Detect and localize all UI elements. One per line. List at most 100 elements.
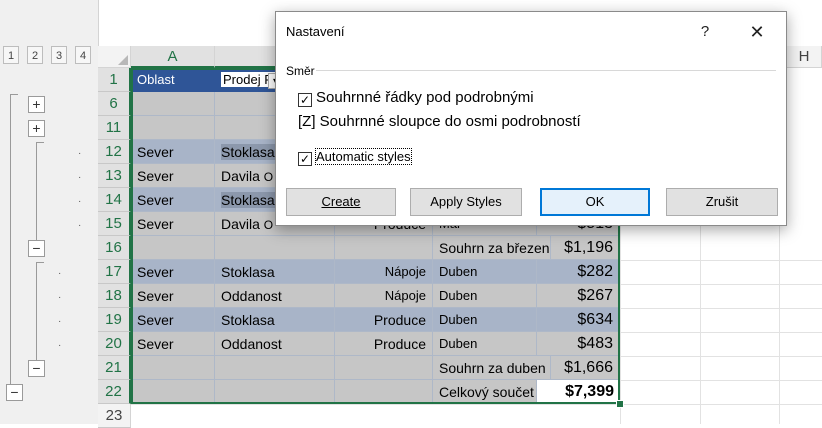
dialog-title: Nastavení (286, 24, 345, 39)
cell[interactable]: Sever (131, 284, 215, 308)
cell[interactable] (215, 380, 335, 404)
cell[interactable]: Oddanost (215, 284, 335, 308)
expand-group-button[interactable]: + (28, 120, 45, 137)
outline-bracket (10, 94, 18, 95)
row-header[interactable]: 21 (98, 356, 131, 380)
outline-bracket (36, 142, 44, 143)
cell[interactable] (131, 236, 215, 260)
cell[interactable] (131, 116, 215, 140)
cell[interactable]: Duben (433, 284, 537, 308)
cell[interactable]: Duben (433, 332, 537, 356)
help-icon[interactable]: ? (690, 20, 720, 44)
cell[interactable]: Duben (433, 308, 537, 332)
cell[interactable]: Sever (131, 212, 215, 236)
cell[interactable] (131, 92, 215, 116)
cell[interactable] (215, 236, 335, 260)
cell[interactable]: Produce (335, 308, 433, 332)
cell[interactable]: $483 (537, 332, 620, 356)
outline-dot: · (78, 220, 82, 231)
option-prefix: [Z] (298, 113, 316, 130)
outline-dot: · (78, 172, 82, 183)
button-label: Create (321, 194, 361, 209)
outline-level-3-button[interactable]: 3 (51, 46, 67, 64)
ok-button[interactable]: OK (540, 188, 650, 216)
group-divider (316, 70, 776, 71)
cell-subtotal-value[interactable]: $1,196 (551, 236, 620, 260)
checkbox-checked-icon[interactable]: ✓ (298, 93, 312, 107)
cell[interactable]: Sever (131, 140, 215, 164)
cell[interactable]: Sever (131, 308, 215, 332)
row-header[interactable]: 18 (98, 284, 131, 308)
cell-text: Stoklasa (221, 144, 275, 160)
cell[interactable]: $282 (537, 260, 620, 284)
cell[interactable]: Nápoje (335, 260, 433, 284)
outline-level-2-button[interactable]: 2 (27, 46, 43, 64)
cell[interactable]: Stoklasa (215, 260, 335, 284)
cell[interactable]: $634 (537, 308, 620, 332)
close-icon[interactable]: ✕ (742, 20, 772, 44)
fill-handle[interactable] (616, 400, 624, 408)
settings-dialog: Nastavení ? ✕ Směr ✓ Souhrnné řádky pod p… (275, 11, 787, 226)
cell-subtotal-label[interactable]: Souhrn za duben (433, 356, 551, 380)
expand-group-button[interactable]: + (28, 96, 45, 113)
cell-text: O (263, 170, 274, 184)
outline-dot: · (78, 196, 82, 207)
column-header-a[interactable]: A (131, 46, 215, 68)
cell-grand-total-value[interactable]: $7,399 (537, 380, 620, 404)
cell[interactable]: Nápoje (335, 284, 433, 308)
cell[interactable] (335, 380, 433, 404)
outline-bracket (36, 262, 37, 360)
outline-bracket (36, 262, 44, 263)
select-all-corner[interactable] (98, 46, 131, 68)
outline-level-1-button[interactable]: 1 (3, 46, 19, 64)
outline-level-4-button[interactable]: 4 (75, 46, 91, 64)
apply-styles-button[interactable]: Apply Styles (410, 188, 522, 216)
cell[interactable]: Sever (131, 164, 215, 188)
collapse-group-button[interactable]: − (28, 360, 45, 377)
row-header[interactable]: 19 (98, 308, 131, 332)
row-header[interactable]: 16 (98, 236, 131, 260)
column-header-h[interactable]: H (787, 46, 822, 68)
cell[interactable]: Stoklasa (215, 308, 335, 332)
cell-subtotal-label[interactable]: Souhrn za březen (433, 236, 551, 260)
cell-text: Davila (221, 168, 260, 184)
option-label: Automatic styles (315, 148, 412, 165)
cell[interactable]: Produce (335, 332, 433, 356)
summary-columns-option[interactable]: [Z] Souhrnné sloupce do osmi podrobností (298, 112, 581, 132)
row-header[interactable]: 12 (98, 140, 131, 164)
cell[interactable]: $267 (537, 284, 620, 308)
create-button[interactable]: Create (286, 188, 396, 216)
cell-grand-total-label[interactable]: Celkový součet (433, 380, 537, 404)
cell[interactable]: Sever (131, 188, 215, 212)
checkbox-checked-icon[interactable]: ✓ (298, 152, 312, 166)
cancel-button[interactable]: Zrušit (666, 188, 778, 216)
row-header[interactable]: 14 (98, 188, 131, 212)
row-header[interactable]: 23 (98, 404, 131, 428)
cell[interactable]: Sever (131, 332, 215, 356)
cell-text: Davila (221, 216, 260, 232)
option-label: Souhrnné řádky pod podrobnými (316, 89, 534, 106)
cell-header-oblast[interactable]: Oblast (131, 68, 215, 92)
cell[interactable]: Duben (433, 260, 537, 284)
cell[interactable] (131, 356, 215, 380)
row-header[interactable]: 15 (98, 212, 131, 236)
automatic-styles-option[interactable]: ✓ Automatic styles (298, 147, 412, 167)
cell[interactable] (215, 356, 335, 380)
row-header[interactable]: 6 (98, 92, 131, 116)
row-header[interactable]: 11 (98, 116, 131, 140)
cell[interactable]: Oddanost (215, 332, 335, 356)
summary-rows-below-option[interactable]: ✓ Souhrnné řádky pod podrobnými (298, 88, 534, 108)
row-header[interactable]: 1 (98, 68, 131, 92)
cell[interactable] (335, 236, 433, 260)
option-label: Souhrnné sloupce do osmi podrobností (319, 113, 581, 130)
cell[interactable]: Sever (131, 260, 215, 284)
cell-subtotal-value[interactable]: $1,666 (551, 356, 620, 380)
cell[interactable] (131, 380, 215, 404)
row-header[interactable]: 22 (98, 380, 131, 404)
row-header[interactable]: 13 (98, 164, 131, 188)
cell[interactable] (335, 356, 433, 380)
row-header[interactable]: 20 (98, 332, 131, 356)
collapse-group-button[interactable]: − (28, 240, 45, 257)
collapse-group-button[interactable]: − (6, 384, 23, 401)
row-header[interactable]: 17 (98, 260, 131, 284)
